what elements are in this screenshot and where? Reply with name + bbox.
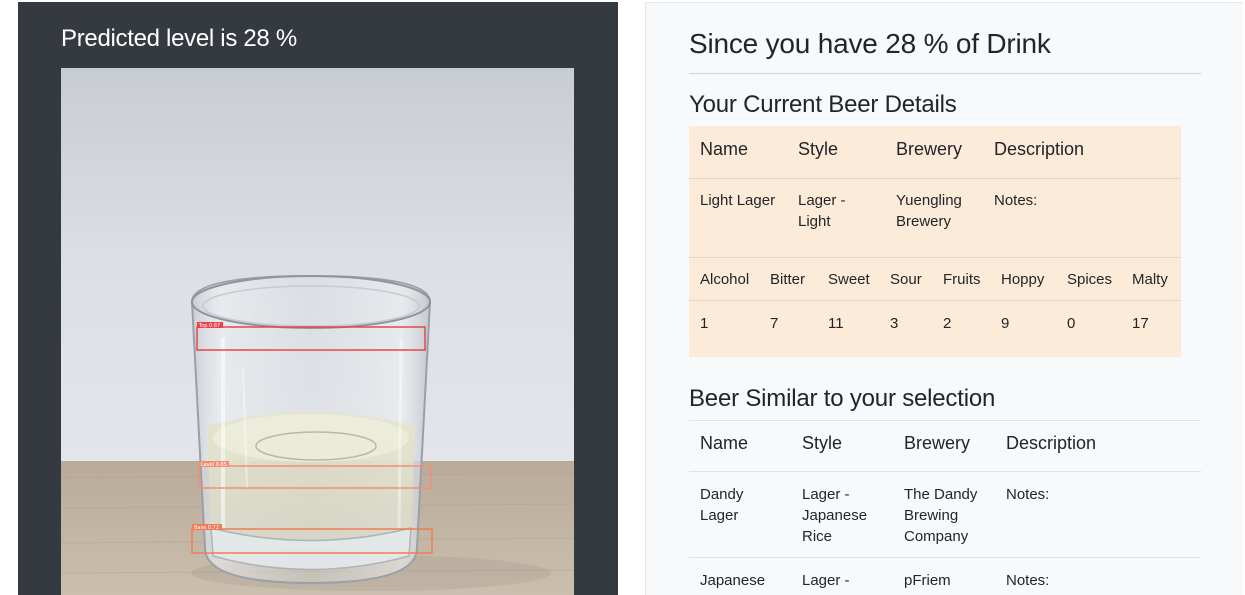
- similar-divider: [689, 420, 1201, 421]
- similar-beer-description: Notes:: [1006, 572, 1050, 589]
- title-divider: [689, 73, 1201, 74]
- flavor-header-sweet: Sweet: [828, 271, 870, 288]
- header-description: Description: [994, 139, 1085, 159]
- flavor-header-fruits: Fruits: [943, 271, 981, 288]
- detection-label-top: Top 0.87: [198, 323, 220, 329]
- beer-style: Lager - Light: [798, 192, 846, 230]
- flavor-value-sour: 3: [890, 315, 899, 332]
- recommendation-panel: Since you have 28 % of Drink Your Curren…: [645, 2, 1243, 595]
- row-divider: [689, 471, 1201, 472]
- similar-beer-name: Dandy Lager: [700, 486, 744, 524]
- similar-beer-description: Notes:: [1006, 486, 1050, 503]
- detection-label-level: Level 0.85: [201, 462, 227, 468]
- table-header-row: Name Style Brewery Description: [689, 126, 1181, 179]
- row-divider: [689, 557, 1201, 558]
- flavor-values-row: 1 7 11 3 2 9 0 17: [689, 301, 1181, 357]
- header-name: Name: [700, 139, 749, 159]
- prediction-title: Predicted level is 28 %: [61, 25, 297, 52]
- beer-brewery: Yuengling Brewery: [896, 192, 962, 230]
- flavor-value-fruits: 2: [943, 315, 952, 332]
- flavor-value-hoppy: 9: [1001, 315, 1010, 332]
- similar-beers-heading: Beer Similar to your selection: [689, 385, 996, 412]
- flavor-header-hoppy: Hoppy: [1001, 271, 1045, 288]
- flavor-header-malty: Malty: [1132, 271, 1168, 288]
- flavor-header-sour: Sour: [890, 271, 922, 288]
- prediction-panel: Predicted level is 28 % Top 0.87 Level 0…: [18, 2, 618, 595]
- flavor-header-spices: Spices: [1067, 271, 1113, 288]
- flavor-header-row: Alcohol Bitter Sweet Sour Fruits Hoppy S…: [689, 258, 1181, 301]
- flavor-value-malty: 17: [1132, 315, 1149, 332]
- similar-header-brewery: Brewery: [904, 433, 971, 453]
- page: Predicted level is 28 % Top 0.87 Level 0…: [0, 0, 1245, 595]
- similar-beer-brewery: The Dandy Brewing Company: [904, 486, 978, 545]
- flavor-header-bitter: Bitter: [770, 271, 806, 288]
- similar-header-style: Style: [802, 433, 843, 453]
- detection-label-base: Base 0.72: [194, 525, 219, 531]
- similar-beer-brewery: pFriem: [904, 572, 951, 589]
- similar-beer-name: Japanese: [700, 572, 766, 589]
- current-beer-heading: Your Current Beer Details: [689, 91, 957, 118]
- header-brewery: Brewery: [896, 139, 963, 159]
- beer-name: Light Lager: [700, 192, 776, 209]
- flavor-value-bitter: 7: [770, 315, 779, 332]
- current-beer-table: Name Style Brewery Description Light Lag…: [689, 126, 1181, 357]
- glass-photo: Top 0.87 Level 0.85 Base 0.72: [61, 68, 574, 595]
- flavor-value-spices: 0: [1067, 315, 1076, 332]
- similar-beer-style: Lager -: [802, 572, 850, 589]
- header-style: Style: [798, 139, 839, 159]
- flavor-value-alcohol: 1: [700, 315, 709, 332]
- flavor-header-alcohol: Alcohol: [700, 271, 750, 288]
- beer-description: Notes:: [994, 192, 1038, 209]
- flavor-value-sweet: 11: [828, 315, 844, 332]
- similar-beer-style: Lager - Japanese Rice: [802, 486, 868, 545]
- table-row: Light Lager Lager - Light Yuengling Brew…: [689, 179, 1181, 258]
- drink-summary-title: Since you have 28 % of Drink: [689, 28, 1051, 59]
- similar-header-name: Name: [700, 433, 749, 453]
- similar-header-description: Description: [1006, 433, 1097, 453]
